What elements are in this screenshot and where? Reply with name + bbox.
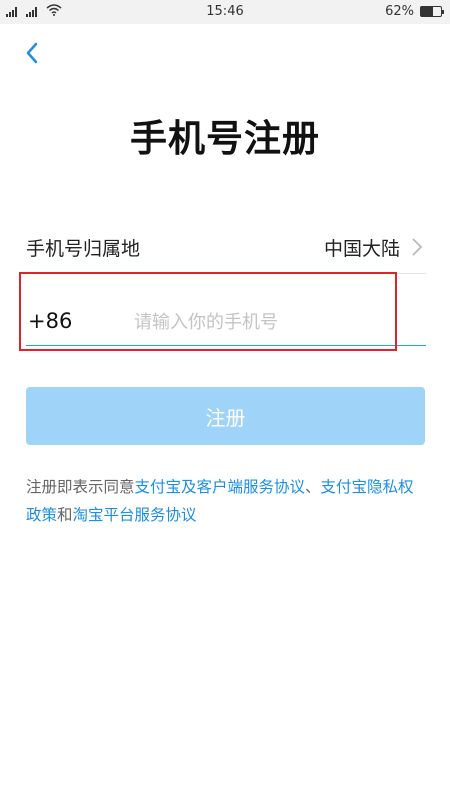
status-bar-right: 62% (385, 4, 444, 19)
taobao-platform-agreement-link[interactable]: 淘宝平台服务协议 (73, 506, 197, 524)
agreement-prefix: 注册即表示同意 (26, 478, 135, 496)
battery-icon (420, 6, 444, 17)
battery-level (421, 7, 434, 16)
region-selector[interactable]: 手机号归属地 中国大陆 (26, 222, 426, 274)
agreement-text: 注册即表示同意支付宝及客户端服务协议、支付宝隐私权政策和淘宝平台服务协议 (26, 473, 426, 529)
agreement-and: 和 (57, 506, 73, 524)
page-title: 手机号注册 (130, 117, 320, 160)
status-bar: 15:46 62% (0, 0, 450, 24)
alipay-service-agreement-link[interactable]: 支付宝及客户端服务协议 (135, 478, 306, 496)
battery-percent: 62% (385, 4, 414, 19)
back-button[interactable] (18, 38, 48, 68)
status-time: 15:46 (206, 4, 244, 19)
register-button[interactable]: 注册 (26, 387, 425, 445)
chevron-left-icon (26, 42, 38, 64)
region-value: 中国大陆 (323, 238, 400, 260)
phone-input-row: +86 (26, 300, 426, 346)
chevron-right-icon (412, 238, 423, 256)
agreement-separator: 、 (305, 478, 321, 496)
phone-number-input[interactable] (134, 304, 426, 340)
region-label: 手机号归属地 (26, 238, 141, 260)
country-code: +86 (28, 309, 73, 333)
